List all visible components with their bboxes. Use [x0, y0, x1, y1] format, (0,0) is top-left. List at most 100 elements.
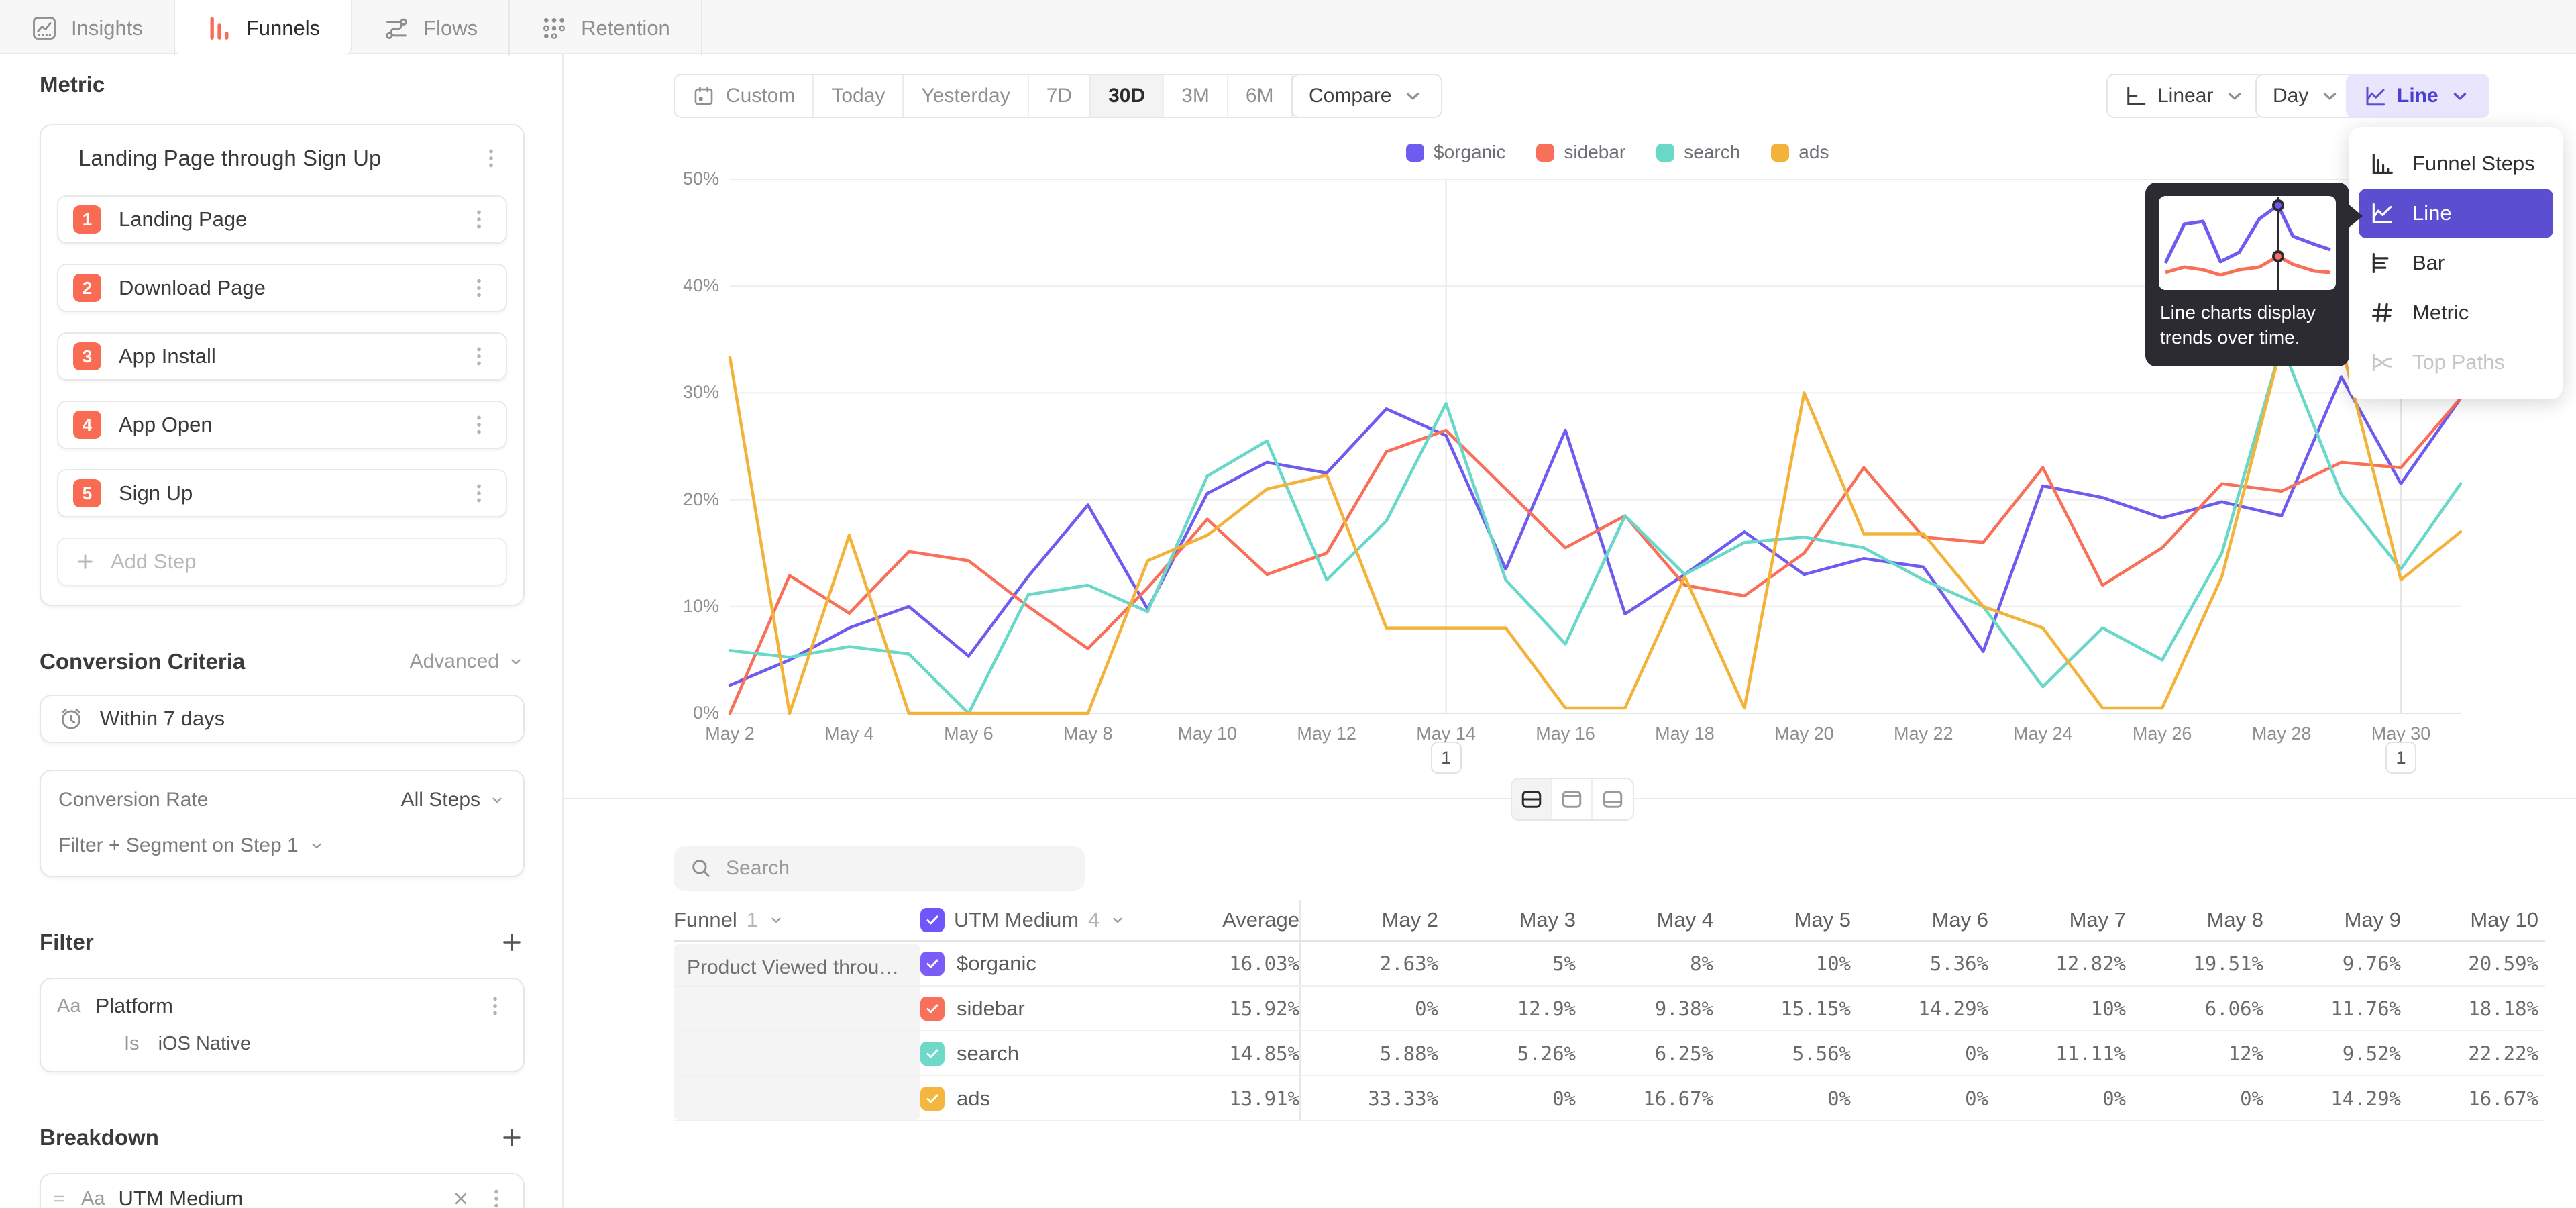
kebab-icon[interactable]	[483, 994, 507, 1018]
table-row-organic[interactable]: $organic 16.03%2.63%5%8%10%5.36%12.82%19…	[674, 942, 2545, 987]
cell-value: 6.06%	[2126, 997, 2263, 1020]
funnel-step-3[interactable]: 3 App Install	[57, 332, 507, 381]
column-header-may-10[interactable]: May 10	[2401, 908, 2538, 932]
annotation-badge[interactable]: 1	[1431, 742, 1462, 774]
funnel-column-header[interactable]: Funnel 1	[674, 908, 920, 932]
breakdown-table: Product Viewed through P... Funnel 1 UTM…	[674, 900, 2545, 1121]
toggle-split-view[interactable]	[1512, 779, 1552, 819]
chevron-down-icon	[1109, 911, 1126, 929]
table-row-search[interactable]: search 14.85%5.88%5.26%6.25%5.56%0%11.11…	[674, 1031, 2545, 1076]
funnel-step-1[interactable]: 1 Landing Page	[57, 195, 507, 244]
advanced-dropdown[interactable]: Advanced	[410, 650, 525, 673]
row-name: search	[957, 1042, 1019, 1066]
row-checkbox[interactable]	[920, 1087, 945, 1111]
menu-item-bar[interactable]: Bar	[2349, 238, 2563, 288]
funnel-step-2[interactable]: 2 Download Page	[57, 264, 507, 312]
kebab-icon[interactable]	[479, 146, 503, 170]
column-header-average[interactable]: Average	[1142, 900, 1301, 940]
tab-flows[interactable]: Flows	[352, 0, 510, 56]
kebab-icon[interactable]	[467, 207, 491, 232]
table-row-ads[interactable]: ads 13.91%33.33%0%16.67%0%0%0%0%14.29%16…	[674, 1076, 2545, 1121]
column-header-may-7[interactable]: May 7	[1988, 908, 2126, 932]
funnel-step-4[interactable]: 4 App Open	[57, 401, 507, 449]
drag-handle-icon[interactable]	[50, 1190, 68, 1207]
conversion-window[interactable]: Within 7 days	[40, 695, 525, 743]
series-search[interactable]	[730, 345, 2461, 713]
funnel-header-count: 1	[747, 908, 758, 932]
series-sidebar[interactable]	[730, 398, 2461, 713]
row-name: ads	[957, 1087, 990, 1111]
daterange-label: 7D	[1046, 85, 1072, 107]
row-checkbox[interactable]	[920, 952, 945, 976]
add-step-button[interactable]: Add Step	[57, 538, 507, 586]
granularity-dropdown[interactable]: Day	[2255, 74, 2359, 118]
all-steps-dropdown[interactable]: All Steps	[401, 789, 506, 811]
breakdown-column-header[interactable]: UTM Medium 4	[920, 908, 1142, 932]
row-checkbox[interactable]	[920, 1042, 945, 1066]
daterange-yesterday[interactable]: Yesterday	[904, 75, 1028, 117]
breakdown-utm-card[interactable]: Aa UTM Medium	[40, 1173, 525, 1208]
column-header-may-5[interactable]: May 5	[1713, 908, 1851, 932]
filter-value[interactable]: iOS Native	[158, 1033, 252, 1055]
series-ads[interactable]	[730, 345, 2461, 713]
kebab-icon[interactable]	[484, 1187, 508, 1208]
kebab-icon[interactable]	[467, 413, 491, 437]
tab-funnels[interactable]: Funnels	[175, 0, 352, 56]
close-icon[interactable]	[451, 1189, 471, 1208]
search-input[interactable]	[726, 857, 1048, 880]
kebab-icon[interactable]	[467, 481, 491, 505]
menu-item-line[interactable]: Line	[2359, 189, 2553, 238]
column-header-label: May 2	[1382, 908, 1438, 932]
toggle-chart-view[interactable]	[1593, 779, 1633, 819]
legend-item-search[interactable]: search	[1656, 142, 1740, 163]
compare-button[interactable]: Compare	[1291, 74, 1442, 118]
x-tick-label: May 28	[2252, 723, 2312, 744]
daterange-today[interactable]: Today	[814, 75, 904, 117]
string-type-icon: Aa	[57, 995, 80, 1017]
toggle-table-view[interactable]	[1552, 779, 1593, 819]
daterange-label: 3M	[1181, 85, 1210, 107]
table-search[interactable]	[674, 846, 1085, 891]
column-header-may-6[interactable]: May 6	[1851, 908, 1988, 932]
daterange-30d[interactable]: 30D	[1091, 75, 1164, 117]
menu-item-funnel-steps[interactable]: Funnel Steps	[2349, 139, 2563, 189]
average-value: 14.85%	[1142, 1031, 1301, 1075]
filter-segment-dropdown[interactable]: Filter + Segment on Step 1	[58, 834, 506, 857]
kebab-icon[interactable]	[467, 276, 491, 300]
filter-platform-card[interactable]: Aa Platform Is iOS Native	[40, 978, 525, 1072]
daterange-6m[interactable]: 6M	[1228, 75, 1293, 117]
funnel-step-5[interactable]: 5 Sign Up	[57, 469, 507, 517]
row-checkbox[interactable]	[920, 997, 945, 1021]
add-filter-button[interactable]	[499, 929, 525, 955]
conversion-rate-card: Conversion Rate All Steps Filter + Segme…	[40, 770, 525, 877]
table-row-sidebar[interactable]: sidebar 15.92%0%12.9%9.38%15.15%14.29%10…	[674, 987, 2545, 1031]
column-header-may-4[interactable]: May 4	[1576, 908, 1713, 932]
chart-type-dropdown[interactable]: Line	[2346, 74, 2489, 118]
menu-item-metric[interactable]: Metric	[2349, 288, 2563, 338]
legend-item-sidebar[interactable]: sidebar	[1536, 142, 1625, 163]
column-header-may-2[interactable]: May 2	[1301, 908, 1438, 932]
daterange-7d[interactable]: 7D	[1029, 75, 1091, 117]
legend-item-organic[interactable]: $organic	[1406, 142, 1505, 163]
scale-dropdown[interactable]: Linear	[2106, 74, 2264, 118]
legend-item-ads[interactable]: ads	[1771, 142, 1829, 163]
tab-label: Funnels	[246, 16, 320, 40]
column-header-may-9[interactable]: May 9	[2263, 908, 2401, 932]
tab-retention[interactable]: Retention	[510, 0, 702, 56]
kebab-icon[interactable]	[467, 344, 491, 368]
x-tick-label: May 24	[2013, 723, 2073, 744]
select-all-checkbox[interactable]	[920, 908, 945, 932]
daterange-custom[interactable]: Custom	[675, 75, 814, 117]
column-header-may-3[interactable]: May 3	[1438, 908, 1576, 932]
add-breakdown-button[interactable]	[499, 1125, 525, 1150]
top-tab-bar: Insights Funnels FlowsRetention	[0, 0, 2576, 54]
annotation-badge[interactable]: 1	[2385, 742, 2416, 774]
cell-value: 9.38%	[1576, 997, 1713, 1020]
retention-icon	[541, 15, 568, 42]
daterange-3m[interactable]: 3M	[1164, 75, 1228, 117]
filter-label: Filter	[40, 929, 94, 955]
tab-insights[interactable]: Insights	[0, 0, 175, 56]
column-header-label: May 4	[1657, 908, 1713, 932]
column-header-may-8[interactable]: May 8	[2126, 908, 2263, 932]
filter-operator: Is	[124, 1033, 140, 1055]
